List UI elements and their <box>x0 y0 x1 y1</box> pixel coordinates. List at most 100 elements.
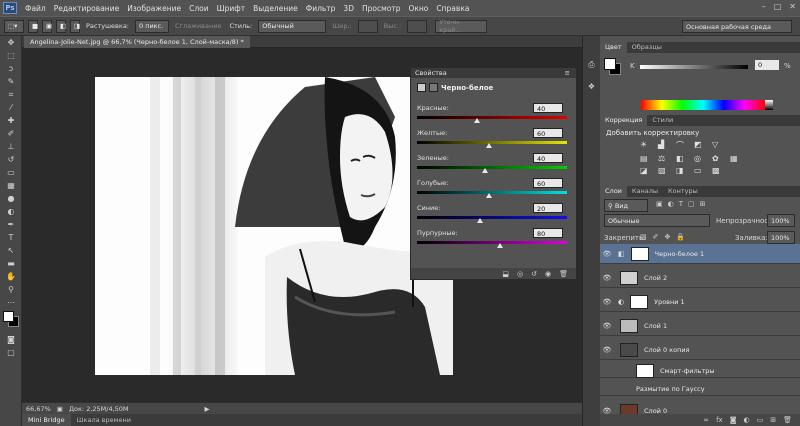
slider-value-input[interactable]: 20 <box>533 203 563 213</box>
eraser-tool-icon[interactable]: ▭ <box>0 166 22 179</box>
link-layers-icon[interactable]: ∞ <box>703 416 709 424</box>
status-menu-icon[interactable]: ▶ <box>205 405 210 413</box>
black-white-icon[interactable]: ◧ <box>676 154 690 163</box>
slider-thumb[interactable] <box>477 218 483 223</box>
add-mask-icon[interactable]: ◙ <box>730 416 737 424</box>
slider-track[interactable] <box>417 241 567 244</box>
foreground-color[interactable] <box>3 311 14 322</box>
hue-saturation-icon[interactable]: ▤ <box>640 154 654 163</box>
smart-filter-icon[interactable]: ⊞ <box>700 200 706 208</box>
zoom-level[interactable]: 66,67% <box>26 405 51 413</box>
visibility-eye-icon[interactable]: 👁 <box>600 298 614 306</box>
blur-tool-icon[interactable]: ● <box>0 192 22 205</box>
menu-view[interactable]: Просмотр <box>358 4 405 13</box>
new-selection-icon[interactable]: ■ <box>28 19 38 33</box>
opacity-input[interactable]: 100% <box>767 214 795 227</box>
text-filter-icon[interactable]: T <box>679 200 683 208</box>
subtract-selection-icon[interactable]: ◧ <box>56 19 66 33</box>
lock-position-icon[interactable]: ✥ <box>665 233 671 241</box>
fill-input[interactable]: 100% <box>767 231 795 244</box>
levels-icon[interactable]: ▟ <box>658 140 672 151</box>
posterize-icon[interactable]: ▨ <box>658 166 672 175</box>
gradient-map-icon[interactable]: ▭ <box>694 166 708 175</box>
style-select[interactable]: Обычный <box>258 19 327 33</box>
tab-paths[interactable]: Контуры <box>663 186 703 197</box>
new-layer-icon[interactable]: ⊞ <box>770 416 776 424</box>
height-input[interactable] <box>407 19 428 33</box>
pixel-filter-icon[interactable]: ▣ <box>656 200 663 208</box>
quick-mask-icon[interactable]: ◙ <box>0 333 22 346</box>
view-previous-icon[interactable]: ◎ <box>517 270 523 278</box>
layer-row[interactable]: 👁 ◧ Черно-белое 1 <box>600 244 800 264</box>
slider-track[interactable] <box>417 116 567 119</box>
path-select-tool-icon[interactable]: ↖ <box>0 244 22 257</box>
tab-adjustments[interactable]: Коррекция <box>600 115 648 126</box>
slider-track[interactable] <box>417 166 567 169</box>
lasso-tool-icon[interactable]: ↄ <box>0 62 22 75</box>
slider-thumb[interactable] <box>486 193 492 198</box>
layer-row[interactable]: 👁 ◐ Уровни 1 <box>600 292 800 312</box>
refine-edge-button[interactable]: Уточн. край... <box>435 18 488 34</box>
panel-menu-icon[interactable]: ≡ <box>565 69 570 77</box>
layer-row[interactable]: 👁 Слой 0 копия <box>600 340 800 360</box>
slider-value-input[interactable]: 60 <box>533 178 563 188</box>
maximize-icon[interactable]: □ <box>774 2 782 11</box>
layer-row[interactable]: Размытие по Гауссу <box>600 382 800 396</box>
channel-mixer-icon[interactable]: ✿ <box>712 154 726 163</box>
pen-tool-icon[interactable]: ✒ <box>0 218 22 231</box>
tool-preset-picker[interactable]: ⬚▾ <box>4 19 24 33</box>
document-size[interactable]: Док: 2,25M/4,50M <box>69 405 129 413</box>
workspace-select[interactable]: Основная рабочая среда <box>682 20 792 33</box>
layer-row[interactable]: 👁 Слой 2 <box>600 268 800 288</box>
document-tab[interactable]: Angelina-Jolie-Net.jpg @ 66,7% (Черно-бе… <box>24 36 250 48</box>
screen-mode-icon[interactable]: ▢ <box>0 346 22 359</box>
history-brush-tool-icon[interactable]: ↺ <box>0 153 22 166</box>
brightness-icon[interactable]: ☀ <box>640 140 654 151</box>
new-adjustment-icon[interactable]: ◐ <box>744 416 750 424</box>
healing-brush-tool-icon[interactable]: ✚ <box>0 114 22 127</box>
tab-swatches[interactable]: Образцы <box>627 42 667 53</box>
slider-thumb[interactable] <box>486 143 492 148</box>
color-slider[interactable] <box>640 65 748 69</box>
visibility-eye-icon[interactable]: 👁 <box>600 250 614 258</box>
menu-filter[interactable]: Фильтр <box>302 4 340 13</box>
color-value-input[interactable]: 0 <box>755 60 779 70</box>
slider-thumb[interactable] <box>474 118 480 123</box>
menu-3d[interactable]: 3D <box>339 4 358 13</box>
width-input[interactable] <box>357 19 378 33</box>
tab-color[interactable]: Цвет <box>600 42 627 53</box>
delete-layer-icon[interactable]: 🗑 <box>783 416 792 424</box>
lock-pixels-icon[interactable]: ✐ <box>653 233 659 241</box>
menu-layers[interactable]: Слои <box>185 4 213 13</box>
slider-value-input[interactable]: 40 <box>533 153 563 163</box>
menu-help[interactable]: Справка <box>432 4 473 13</box>
menu-window[interactable]: Окно <box>404 4 432 13</box>
selective-color-icon[interactable]: ▩ <box>712 166 726 175</box>
tab-styles[interactable]: Стили <box>647 115 678 126</box>
menu-image[interactable]: Изображение <box>123 4 185 13</box>
mask-icon[interactable] <box>429 83 438 92</box>
layer-row[interactable]: 👁 Слой 1 <box>600 316 800 336</box>
slider-thumb[interactable] <box>481 168 488 173</box>
new-group-icon[interactable]: ▭ <box>757 416 764 424</box>
visibility-eye-icon[interactable]: 👁 <box>600 322 614 330</box>
layer-row[interactable]: Смарт-фильтры <box>600 363 800 378</box>
color-swatches[interactable] <box>0 309 21 333</box>
add-selection-icon[interactable]: ▣ <box>42 19 52 33</box>
zoom-tool-icon[interactable]: ⚲ <box>0 283 22 296</box>
adjustment-filter-icon[interactable]: ◐ <box>668 200 674 208</box>
slider-value-input[interactable]: 80 <box>533 228 563 238</box>
color-balance-icon[interactable]: ⚖ <box>658 154 672 163</box>
dodge-tool-icon[interactable]: ◐ <box>0 205 22 218</box>
delete-icon[interactable]: 🗑 <box>559 270 568 278</box>
brush-panel-icon[interactable]: ❖ <box>583 82 600 91</box>
close-icon[interactable]: ✕ <box>789 2 796 11</box>
document-image[interactable] <box>95 77 453 375</box>
layer-filter-select[interactable]: ⚲ Вид <box>604 199 648 212</box>
minimize-icon[interactable]: – <box>762 2 766 11</box>
color-lookup-icon[interactable]: ▦ <box>730 154 744 163</box>
visibility-eye-icon[interactable]: 👁 <box>600 346 614 354</box>
shape-filter-icon[interactable]: ▢ <box>688 200 695 208</box>
menu-select[interactable]: Выделение <box>249 4 302 13</box>
slider-track[interactable] <box>417 191 567 194</box>
